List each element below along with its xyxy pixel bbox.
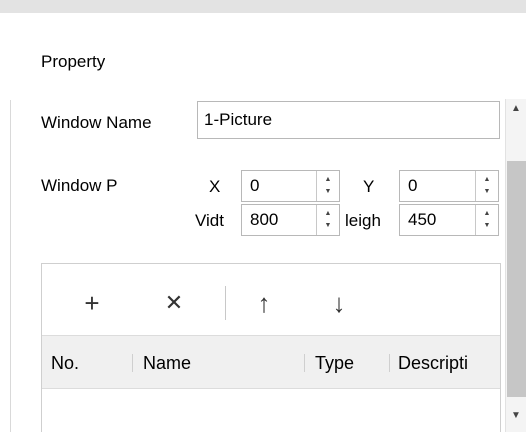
property-title: Property	[41, 52, 106, 71]
x-value: 0	[250, 176, 260, 195]
vertical-scrollbar[interactable]: ▲ ▼	[505, 99, 526, 432]
spin-up-icon[interactable]: ▲	[317, 210, 339, 218]
move-up-icon[interactable]: ↑	[248, 288, 280, 318]
x-label: X	[209, 177, 221, 196]
height-label: leigh	[345, 211, 381, 230]
top-border	[0, 0, 526, 13]
column-separator[interactable]	[389, 354, 390, 372]
spin-down-icon[interactable]: ▼	[476, 188, 498, 196]
spin-up-icon[interactable]: ▲	[476, 210, 498, 218]
width-spin-arrows[interactable]: ▲ ▼	[316, 205, 339, 235]
scrollbar-thumb[interactable]	[507, 161, 526, 397]
scroll-down-icon[interactable]: ▼	[511, 411, 521, 421]
left-divider	[10, 100, 11, 432]
table-header: No. Name Type Descripti	[42, 335, 500, 389]
width-value: 800	[250, 210, 279, 229]
spin-up-icon[interactable]: ▲	[317, 176, 339, 184]
x-spinbox[interactable]: 0 ▲ ▼	[241, 170, 340, 202]
spin-down-icon[interactable]: ▼	[476, 222, 498, 230]
scroll-up-icon[interactable]: ▲	[511, 104, 521, 114]
toolbar-separator	[225, 286, 226, 320]
column-header-description[interactable]: Descripti	[398, 353, 500, 373]
spin-down-icon[interactable]: ▼	[317, 188, 339, 196]
height-spinbox[interactable]: 450 ▲ ▼	[399, 204, 499, 236]
delete-icon[interactable]: ✕	[158, 288, 190, 318]
add-icon[interactable]: +	[76, 288, 108, 318]
column-separator[interactable]	[132, 354, 133, 372]
column-header-name[interactable]: Name	[143, 353, 303, 373]
x-spin-arrows[interactable]: ▲ ▼	[316, 171, 339, 201]
window-name-input[interactable]: 1-Picture	[197, 101, 500, 139]
y-spin-arrows[interactable]: ▲ ▼	[475, 171, 498, 201]
move-down-icon[interactable]: ↓	[323, 288, 355, 318]
column-separator[interactable]	[304, 354, 305, 372]
height-value: 450	[408, 210, 437, 229]
width-label: Vidt	[195, 211, 224, 230]
height-spin-arrows[interactable]: ▲ ▼	[475, 205, 498, 235]
y-value: 0	[408, 176, 418, 195]
column-header-type[interactable]: Type	[315, 353, 385, 373]
column-header-no[interactable]: No.	[51, 353, 111, 373]
width-spinbox[interactable]: 800 ▲ ▼	[241, 204, 340, 236]
spin-down-icon[interactable]: ▼	[317, 222, 339, 230]
window-name-label: Window Name	[41, 113, 152, 132]
y-label: Y	[363, 177, 375, 196]
y-spinbox[interactable]: 0 ▲ ▼	[399, 170, 499, 202]
window-position-label: Window P	[41, 176, 118, 195]
spin-up-icon[interactable]: ▲	[476, 176, 498, 184]
